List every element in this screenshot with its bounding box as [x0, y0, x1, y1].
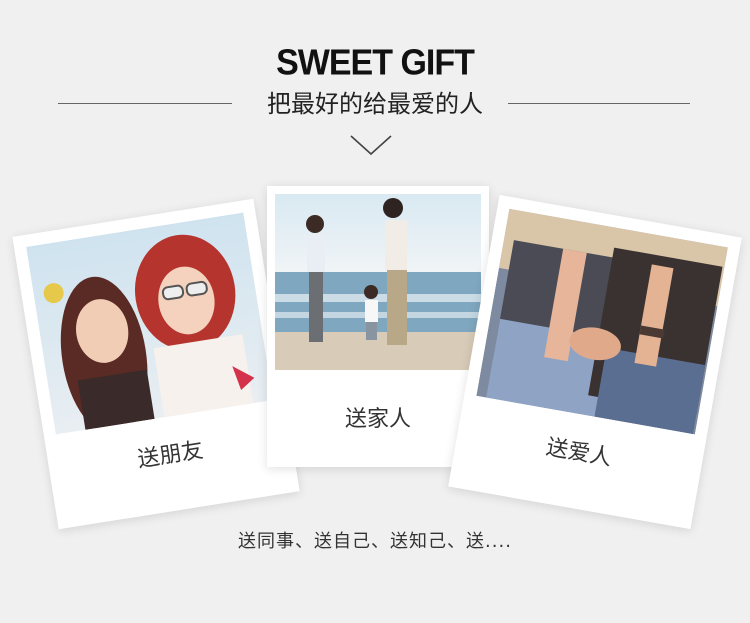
subtitle: 把最好的给最爱的人 — [267, 90, 483, 118]
footer-text: 送同事、送自己、送知己、送.... — [238, 531, 512, 552]
gift-card-friends[interactable]: 送朋友 — [12, 198, 300, 530]
headline: SWEET GIFT — [276, 43, 475, 83]
gift-card-family[interactable]: 送家人 — [267, 186, 489, 467]
subtitle-row: 把最好的给最爱的人 — [0, 88, 750, 120]
chevron-down-icon — [349, 134, 393, 156]
friends-photo — [26, 212, 274, 435]
lover-photo — [476, 208, 728, 435]
family-photo — [275, 194, 481, 370]
divider-right — [508, 103, 690, 104]
gift-card-lover[interactable]: 送爱人 — [448, 194, 742, 530]
caption-family: 送家人 — [344, 407, 411, 432]
